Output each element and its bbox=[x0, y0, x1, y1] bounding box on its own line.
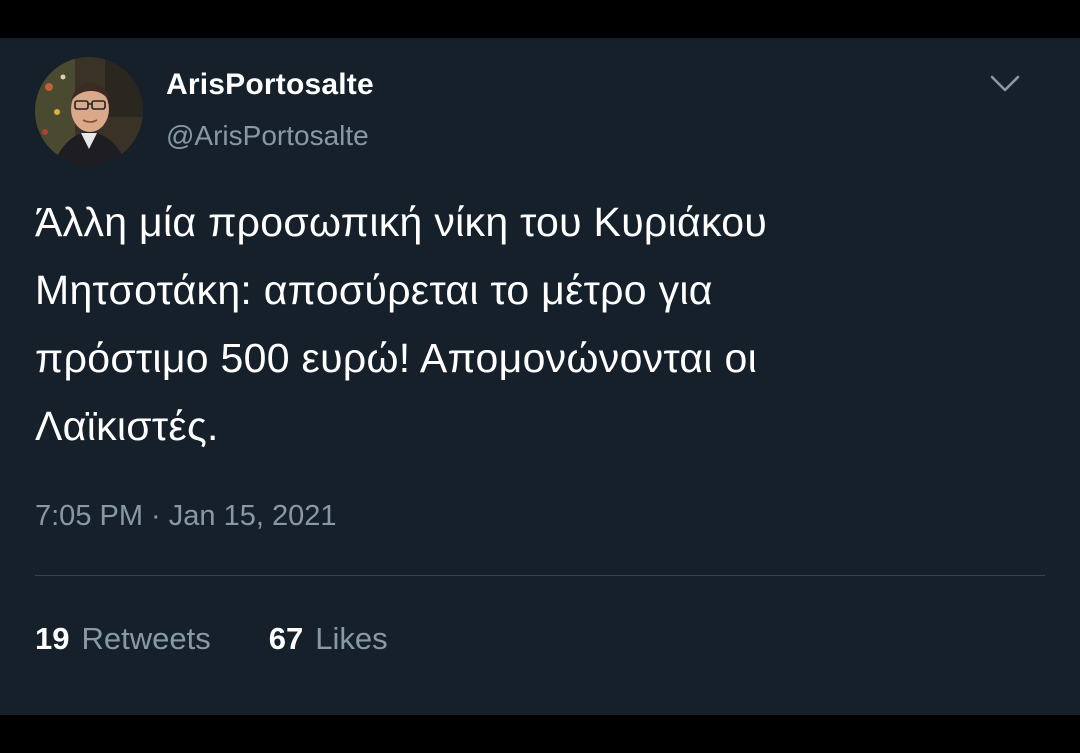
avatar[interactable] bbox=[35, 57, 143, 165]
chevron-down-icon[interactable] bbox=[988, 72, 1022, 96]
retweets-label: Retweets bbox=[81, 621, 211, 656]
retweets-count: 19 bbox=[35, 621, 70, 656]
likes-stat[interactable]: 67 Likes bbox=[269, 621, 388, 657]
letterbox-bottom bbox=[0, 715, 1080, 753]
tweet-timestamp[interactable]: 7:05 PM · Jan 15, 2021 bbox=[35, 500, 336, 533]
tweet-card: ArisPortosalte @ArisPortosalte Άλλη μία … bbox=[0, 38, 1080, 715]
tweet-text: Άλλη μία προσωπική νίκη του Κυριάκου Μητ… bbox=[35, 199, 768, 449]
retweets-stat[interactable]: 19 Retweets bbox=[35, 621, 211, 657]
likes-label: Likes bbox=[315, 621, 388, 656]
display-name[interactable]: ArisPortosalte bbox=[166, 68, 374, 102]
user-handle[interactable]: @ArisPortosalte bbox=[166, 120, 369, 152]
avatar-photo bbox=[35, 57, 143, 165]
likes-count: 67 bbox=[268, 621, 304, 656]
letterbox-top bbox=[0, 0, 1080, 38]
divider bbox=[35, 575, 1045, 576]
engagement-stats: 19 Retweets 67 Likes bbox=[35, 621, 388, 657]
